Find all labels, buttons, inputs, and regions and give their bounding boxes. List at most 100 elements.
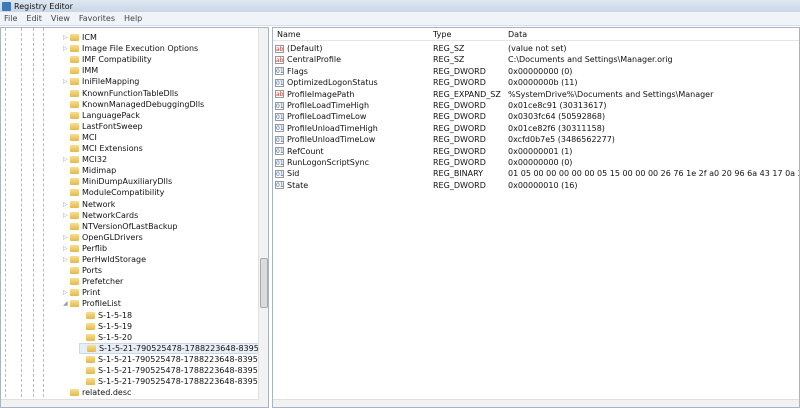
folder-icon: [70, 34, 79, 41]
value-type: REG_DWORD: [433, 180, 486, 190]
value-type: REG_DWORD: [433, 158, 486, 167]
value-row[interactable]: 01 ProfileLoadTimeHigh REG_DWORD 0x01ce8c91…: [273, 100, 799, 111]
menu-favorites[interactable]: Favorites: [79, 14, 115, 23]
tree-item[interactable]: S-1-5-19: [79, 321, 132, 332]
menu-bar: File Edit View Favorites Help: [0, 12, 800, 26]
tree-item[interactable]: ◢ ProfileList: [63, 298, 121, 309]
value-row[interactable]: ab (Default) REG_SZ (value not set): [273, 43, 799, 54]
value-row[interactable]: 01 ProfileLoadTimeLow REG_DWORD 0x0303fc64 …: [273, 111, 799, 122]
value-data: C:\Documents and Settings\Manager.orig: [508, 55, 673, 65]
value-row[interactable]: ab CentralProfile REG_SZ C:\Documents and S…: [273, 54, 799, 65]
expand-arrow-icon[interactable]: ▷: [63, 245, 70, 252]
values-list[interactable]: Name Type Data ab (Default) REG_SZ (value n…: [272, 27, 800, 408]
value-type: REG_DWORD: [433, 101, 486, 110]
tree-item-label: KnownFunctionTableDlls: [82, 88, 179, 98]
value-row[interactable]: 01 RefCount REG_DWORD 0x00000001 (1): [273, 146, 799, 157]
value-row[interactable]: 01 RunLogonScriptSync REG_DWORD 0x00000000 …: [273, 157, 799, 168]
tree-item[interactable]: ▷ Perflib: [63, 243, 107, 254]
value-row[interactable]: 01 Sid REG_BINARY 01 05 00 00 00 00 00 05 1…: [273, 168, 799, 179]
value-row[interactable]: 01 ProfileUnloadTimeLow REG_DWORD 0xcfd0b7e…: [273, 134, 799, 145]
menu-edit[interactable]: Edit: [26, 14, 42, 23]
scrollbar-thumb[interactable]: [260, 258, 268, 308]
column-header-name[interactable]: Name: [277, 30, 301, 39]
expand-arrow-icon[interactable]: ▷: [63, 256, 70, 263]
expand-arrow-icon[interactable]: ▷: [63, 201, 70, 208]
tree-item[interactable]: Midimap: [63, 165, 116, 176]
tree-item[interactable]: MCI: [63, 132, 97, 143]
tree-item[interactable]: ModuleCompatibility: [63, 187, 164, 198]
tree-item-label: S-1-5-21-790525478-1788223648-839522115-…: [99, 343, 268, 353]
folder-icon: [86, 355, 95, 363]
tree-item[interactable]: S-1-5-18: [79, 310, 132, 321]
menu-view[interactable]: View: [51, 14, 70, 23]
value-row[interactable]: ab ProfileImagePath REG_EXPAND_SZ %SystemDr…: [273, 89, 799, 100]
folder-icon: [70, 289, 79, 297]
tree-item[interactable]: Ports: [63, 265, 102, 276]
values-horizontal-scrollbar[interactable]: [273, 399, 799, 407]
expand-arrow-icon[interactable]: ▷: [63, 289, 70, 296]
tree-item-label: Ports: [82, 266, 103, 276]
tree-item[interactable]: ▷ ICM: [63, 32, 97, 43]
value-row[interactable]: 01 OptimizedLogonStatus REG_DWORD 0x0000000…: [273, 77, 799, 88]
binary-value-icon: 01: [275, 158, 284, 167]
folder-icon: [86, 311, 95, 319]
folder-icon: [86, 378, 95, 386]
binary-value-icon: 01: [275, 124, 284, 133]
registry-key-tree[interactable]: ▷ ICM ▷ Image File Execution Options IMF Com…: [0, 27, 269, 408]
value-row[interactable]: 01 State REG_DWORD 0x00000010 (16): [273, 180, 799, 191]
folder-icon: [70, 178, 79, 186]
tree-item-label: Perflib: [82, 243, 108, 253]
tree-item[interactable]: ▷ Image File Execution Options: [63, 43, 198, 54]
expand-arrow-icon[interactable]: ▷: [63, 45, 70, 52]
tree-item[interactable]: related.desc: [63, 387, 131, 398]
tree-item[interactable]: ▷ Network: [63, 199, 115, 210]
tree-item[interactable]: S-1-5-21-790525478-1788223648-839522115-…: [79, 376, 268, 387]
value-row[interactable]: 01 ProfileUnloadTimeHigh REG_DWORD 0x01ce82…: [273, 123, 799, 134]
value-data: 01 05 00 00 00 00 00 05 15 00 00 00 26 7…: [508, 169, 799, 179]
tree-item[interactable]: LastFontSweep: [63, 121, 143, 132]
tree-item[interactable]: LanguagePack: [63, 110, 140, 121]
tree-item-label: Prefetcher: [82, 277, 124, 287]
tree-item[interactable]: ▷ NetworkCards: [63, 210, 138, 221]
tree-item[interactable]: S-1-5-21-790525478-1788223648-839522115-…: [79, 342, 268, 354]
expand-arrow-icon[interactable]: ▷: [63, 234, 70, 241]
menu-file[interactable]: File: [4, 14, 17, 23]
folder-icon: [70, 133, 79, 141]
expand-arrow-icon[interactable]: ▷: [63, 78, 70, 85]
column-header-type[interactable]: Type: [433, 30, 451, 39]
tree-guide: [33, 28, 34, 407]
value-data: %SystemDrive%\Documents and Settings\Man…: [508, 89, 714, 99]
expand-arrow-icon[interactable]: ▷: [63, 212, 70, 219]
menu-help[interactable]: Help: [124, 14, 142, 23]
tree-item[interactable]: ▷ MCI32: [63, 154, 107, 165]
binary-value-icon: 01: [275, 135, 284, 144]
tree-item-label: S-1-5-21-790525478-1788223648-839522115-…: [98, 354, 268, 364]
tree-item[interactable]: IMF Compatibility: [63, 54, 152, 65]
tree-item[interactable]: MiniDumpAuxiliaryDlls: [63, 176, 172, 187]
column-header-data[interactable]: Data: [508, 30, 527, 39]
registry-editor-icon: [2, 1, 11, 11]
expand-arrow-icon[interactable]: ▷: [63, 156, 70, 163]
tree-item[interactable]: KnownManagedDebuggingDlls: [63, 99, 204, 110]
folder-icon: [86, 322, 95, 330]
tree-item[interactable]: MCI Extensions: [63, 143, 143, 154]
value-name: RunLogonScriptSync: [287, 158, 370, 167]
expand-arrow-icon[interactable]: ▷: [63, 34, 70, 41]
tree-item[interactable]: ▷ IniFileMapping: [63, 76, 139, 87]
folder-icon: [70, 256, 79, 263]
tree-item[interactable]: S-1-5-21-790525478-1788223648-839522115-…: [79, 354, 268, 365]
tree-item[interactable]: S-1-5-20: [79, 332, 132, 343]
value-row[interactable]: 01 Flags REG_DWORD 0x00000000 (0): [273, 66, 799, 77]
tree-item[interactable]: Prefetcher: [63, 276, 123, 287]
tree-vertical-scrollbar[interactable]: [258, 28, 268, 407]
tree-item[interactable]: ▷ PerHwIdStorage: [63, 254, 146, 265]
tree-item[interactable]: S-1-5-21-790525478-1788223648-839522115-…: [79, 365, 268, 376]
tree-item[interactable]: IMM: [63, 65, 98, 76]
tree-item[interactable]: KnownFunctionTableDlls: [63, 88, 178, 99]
tree-item[interactable]: NTVersionOfLastBackup: [63, 221, 177, 232]
folder-icon: [70, 145, 79, 152]
tree-horizontal-scrollbar[interactable]: [1, 399, 259, 407]
tree-item[interactable]: ▷ Print: [63, 287, 100, 298]
collapse-arrow-icon[interactable]: ◢: [63, 300, 70, 307]
tree-item[interactable]: ▷ OpenGLDrivers: [63, 232, 143, 243]
